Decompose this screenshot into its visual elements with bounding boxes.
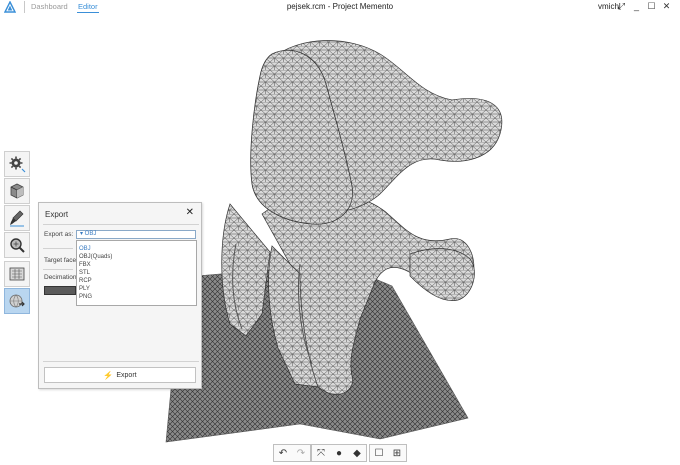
tool-button-settings[interactable] xyxy=(4,151,30,177)
minimize-button[interactable]: _ xyxy=(631,1,642,12)
tab-dashboard[interactable]: Dashboard xyxy=(31,2,68,12)
export-as-label: Export as: xyxy=(44,231,74,238)
close-button[interactable]: ✕ xyxy=(661,1,672,12)
app-window: Dashboard Editor pejsek.rcm - Project Me… xyxy=(0,0,680,465)
tool-button-measure[interactable] xyxy=(4,261,30,287)
fit-view-icon[interactable]: ⤧ xyxy=(312,445,330,461)
export-panel: Export ✕ Export as: ▾ OBJ Target face De… xyxy=(38,202,202,389)
export-button[interactable]: ⚡ Export xyxy=(44,367,196,383)
title-bar: Dashboard Editor pejsek.rcm - Project Me… xyxy=(0,0,680,14)
popout-icon[interactable]: ⤢ xyxy=(616,1,627,12)
magnify-icon xyxy=(10,238,25,253)
tool-button-export[interactable] xyxy=(4,288,30,314)
panel-divider xyxy=(43,269,73,270)
tool-button-inspect[interactable] xyxy=(4,232,30,258)
active-tab-indicator xyxy=(77,12,99,13)
lightning-icon: ⚡ xyxy=(103,370,114,380)
format-option-fbx[interactable]: FBX xyxy=(79,262,91,269)
format-option-png[interactable]: PNG xyxy=(79,294,92,301)
measure-icon xyxy=(9,267,25,281)
title-separator xyxy=(24,1,25,13)
format-option-ply[interactable]: PLY xyxy=(79,286,90,293)
panel-divider xyxy=(43,361,199,362)
format-option-obj-quads[interactable]: OBJ(Quads) xyxy=(79,254,112,261)
format-option-obj[interactable]: OBJ xyxy=(79,246,91,253)
cube-view-icon[interactable]: ◆ xyxy=(348,445,366,461)
undo-icon[interactable]: ↶ xyxy=(274,445,292,461)
cube-icon xyxy=(10,183,24,199)
format-dropdown-list: OBJ OBJ(Quads) FBX STL RCP PLY PNG xyxy=(76,240,197,306)
view-group: ⤧ ● ◆ xyxy=(311,444,367,462)
brush-icon xyxy=(10,210,24,227)
panel-divider xyxy=(43,224,199,225)
pin-icon[interactable]: ● xyxy=(330,445,348,461)
gear-sparkle-icon xyxy=(9,156,26,173)
tool-button-paint[interactable] xyxy=(4,205,30,231)
tab-editor[interactable]: Editor xyxy=(78,2,98,12)
tool-button-model[interactable] xyxy=(4,178,30,204)
app-logo-icon[interactable] xyxy=(4,1,16,13)
frame-icon[interactable]: ☐ xyxy=(370,445,388,461)
redo-icon[interactable]: ↷ xyxy=(292,445,310,461)
export-button-label: Export xyxy=(116,371,137,379)
format-option-stl[interactable]: STL xyxy=(79,270,90,277)
panel-close-icon[interactable]: ✕ xyxy=(186,208,194,218)
format-option-rcp[interactable]: RCP xyxy=(79,278,92,285)
window-title: pejsek.rcm - Project Memento xyxy=(286,2,394,11)
frame-group: ☐ ⊞ xyxy=(369,444,407,462)
frame-add-icon[interactable]: ⊞ xyxy=(388,445,406,461)
decimation-slider[interactable] xyxy=(44,286,76,295)
panel-title: Export xyxy=(45,210,69,219)
panel-divider xyxy=(43,248,73,249)
decimation-label: Decimation xyxy=(44,274,77,281)
target-faces-label: Target face xyxy=(44,257,77,264)
maximize-button[interactable]: ☐ xyxy=(646,1,657,12)
format-select[interactable]: ▾ OBJ xyxy=(76,230,196,239)
export-sphere-icon xyxy=(9,294,25,308)
history-group: ↶ ↷ xyxy=(273,444,311,462)
